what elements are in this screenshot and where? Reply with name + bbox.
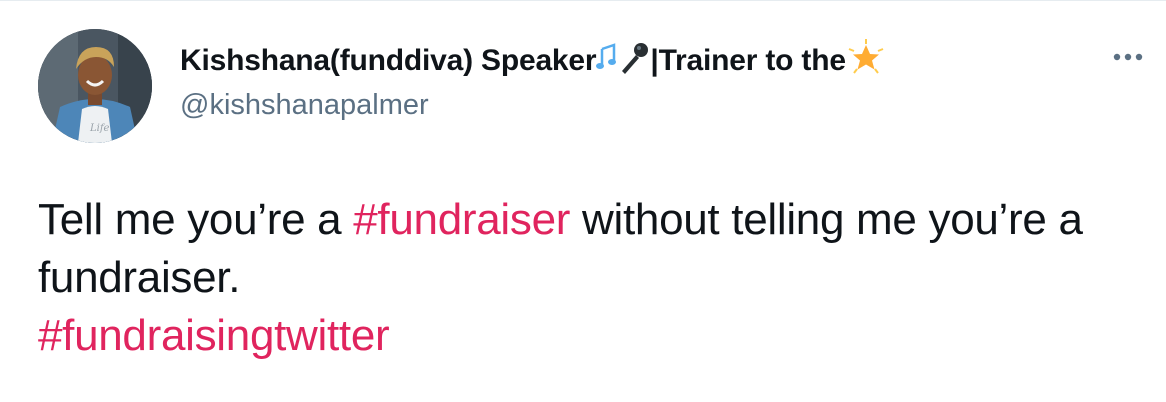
hashtag-fundraisingtwitter-link[interactable]: #fundraisingtwitter <box>38 311 390 360</box>
hashtag-fundraiser-link[interactable]: #fundraiser <box>353 195 570 244</box>
svg-text:Life: Life <box>89 123 110 134</box>
author-name-part2: |Trainer to the <box>650 43 846 77</box>
author-name-part1: Kishshana(funddiva) Speaker <box>180 43 597 77</box>
musical-notes-icon <box>596 43 618 78</box>
tweet-text: Tell me you’re a #fundraiser without tel… <box>38 191 1148 365</box>
more-dots-icon <box>1113 53 1143 61</box>
microphone-icon <box>618 41 650 80</box>
avatar[interactable]: Life <box>38 29 152 143</box>
avatar-image: Life <box>38 29 152 143</box>
tweet-text-part1: Tell me you’re a <box>38 195 354 244</box>
star-icon <box>846 39 886 82</box>
author-name[interactable]: Kishshana(funddiva) Speaker |Trainer to … <box>180 39 886 82</box>
tweet-card: Life Kishshana(funddiva) Speaker |Traine… <box>0 0 1166 402</box>
more-options-button[interactable] <box>1106 37 1150 77</box>
author-handle[interactable]: @kishshanapalmer <box>180 89 429 122</box>
